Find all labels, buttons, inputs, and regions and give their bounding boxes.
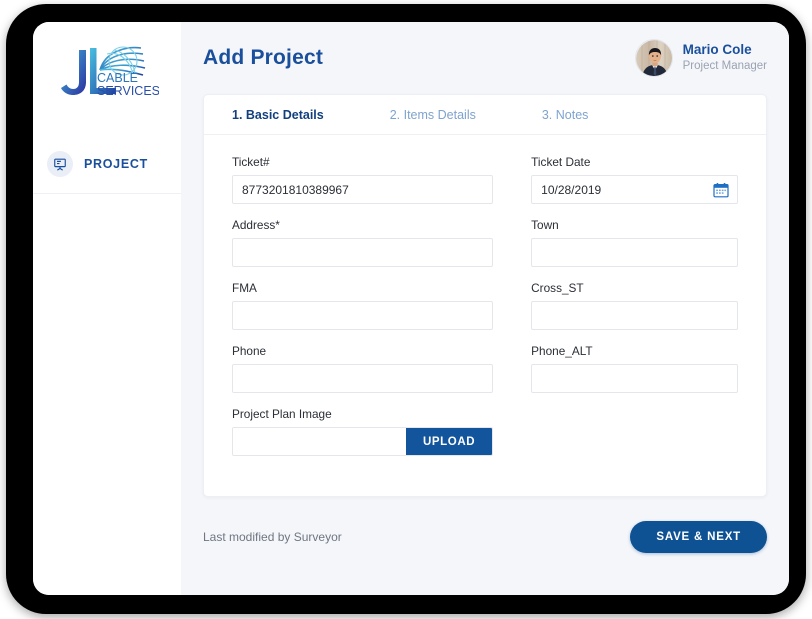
- user-name: Mario Cole: [682, 42, 752, 58]
- form-body: Ticket# Ticket Date: [204, 135, 766, 496]
- label-ticket-number: Ticket#: [232, 155, 270, 169]
- save-and-next-button[interactable]: SAVE & NEXT: [630, 521, 767, 553]
- form-card: 1. Basic Details 2. Items Details 3. Not…: [203, 94, 767, 497]
- device-bezel: CABLE SERVICES PROJECT Add Project Mario…: [6, 4, 806, 614]
- page-title: Add Project: [203, 46, 324, 69]
- sidebar-item-label: PROJECT: [84, 157, 148, 171]
- tab-notes[interactable]: 3. Notes: [542, 108, 589, 122]
- form-grid: Ticket# Ticket Date: [232, 155, 738, 470]
- input-shell-town: [531, 238, 738, 267]
- ticket-number-input[interactable]: [233, 176, 493, 203]
- input-shell-phone-alt: [531, 364, 738, 393]
- cross-st-input[interactable]: [532, 302, 737, 329]
- phone-input[interactable]: [233, 365, 493, 392]
- input-shell-address: [232, 238, 494, 267]
- label-address: Address*: [232, 218, 280, 232]
- project-plan-image-input[interactable]: [233, 428, 406, 455]
- label-phone: Phone: [232, 344, 267, 358]
- field-ticket-date: Ticket Date: [531, 155, 738, 204]
- sidebar-divider: [33, 193, 181, 194]
- input-shell-cross-st: [531, 301, 738, 330]
- avatar: [634, 39, 673, 77]
- logo-line1: CABLE: [97, 71, 138, 85]
- town-input[interactable]: [532, 239, 737, 266]
- sidebar-item-project[interactable]: PROJECT: [33, 142, 181, 186]
- app-logo: CABLE SERVICES: [33, 22, 181, 106]
- field-cross-st: Cross_ST: [531, 281, 738, 330]
- field-fma: FMA: [232, 281, 494, 330]
- main-content: Add Project Mario Cole Project Manager 1…: [181, 22, 789, 595]
- ticket-date-input[interactable]: [532, 176, 737, 203]
- address-input[interactable]: [233, 239, 493, 266]
- tab-bar: 1. Basic Details 2. Items Details 3. Not…: [204, 95, 766, 135]
- project-board-icon: [47, 151, 73, 177]
- label-phone-alt: Phone_ALT: [531, 344, 593, 358]
- upload-row: UPLOAD: [232, 427, 494, 456]
- fma-input[interactable]: [233, 302, 493, 329]
- tab-items-details[interactable]: 2. Items Details: [390, 108, 476, 122]
- fiber-cable-fan-icon: CABLE SERVICES: [61, 46, 159, 98]
- logo-line2: SERVICES: [97, 84, 159, 98]
- sidebar: CABLE SERVICES PROJECT: [33, 22, 181, 595]
- field-town: Town: [531, 218, 738, 267]
- calendar-icon[interactable]: [713, 182, 729, 198]
- field-address: Address*: [232, 218, 494, 267]
- label-cross-st: Cross_ST: [531, 281, 584, 295]
- tab-basic-details[interactable]: 1. Basic Details: [232, 108, 324, 122]
- last-modified-text: Last modified by Surveyor: [203, 530, 342, 544]
- input-shell-ticket-date: [531, 175, 738, 204]
- upload-button[interactable]: UPLOAD: [406, 428, 493, 455]
- card-footer: Last modified by Surveyor SAVE & NEXT: [203, 521, 767, 563]
- label-town: Town: [531, 218, 559, 232]
- user-role: Project Manager: [682, 59, 767, 72]
- field-phone: Phone: [232, 344, 494, 393]
- user-text-block: Mario Cole Project Manager: [683, 42, 767, 74]
- device-screen: CABLE SERVICES PROJECT Add Project Mario…: [33, 22, 789, 595]
- top-bar: Add Project Mario Cole Project Manager: [203, 22, 767, 94]
- field-ticket-number: Ticket#: [232, 155, 494, 204]
- field-project-plan-image: Project Plan Image UPLOAD: [232, 407, 494, 456]
- input-shell-fma: [232, 301, 494, 330]
- label-ticket-date: Ticket Date: [531, 155, 591, 169]
- user-profile[interactable]: Mario Cole Project Manager: [634, 39, 767, 77]
- user-avatar-photo: [635, 40, 672, 76]
- sidebar-nav: PROJECT: [33, 142, 181, 186]
- input-shell-phone: [232, 364, 494, 393]
- label-fma: FMA: [232, 281, 257, 295]
- label-project-plan-image: Project Plan Image: [232, 407, 332, 421]
- field-phone-alt: Phone_ALT: [531, 344, 738, 393]
- phone-alt-input[interactable]: [532, 365, 737, 392]
- input-shell-ticket-number: [232, 175, 494, 204]
